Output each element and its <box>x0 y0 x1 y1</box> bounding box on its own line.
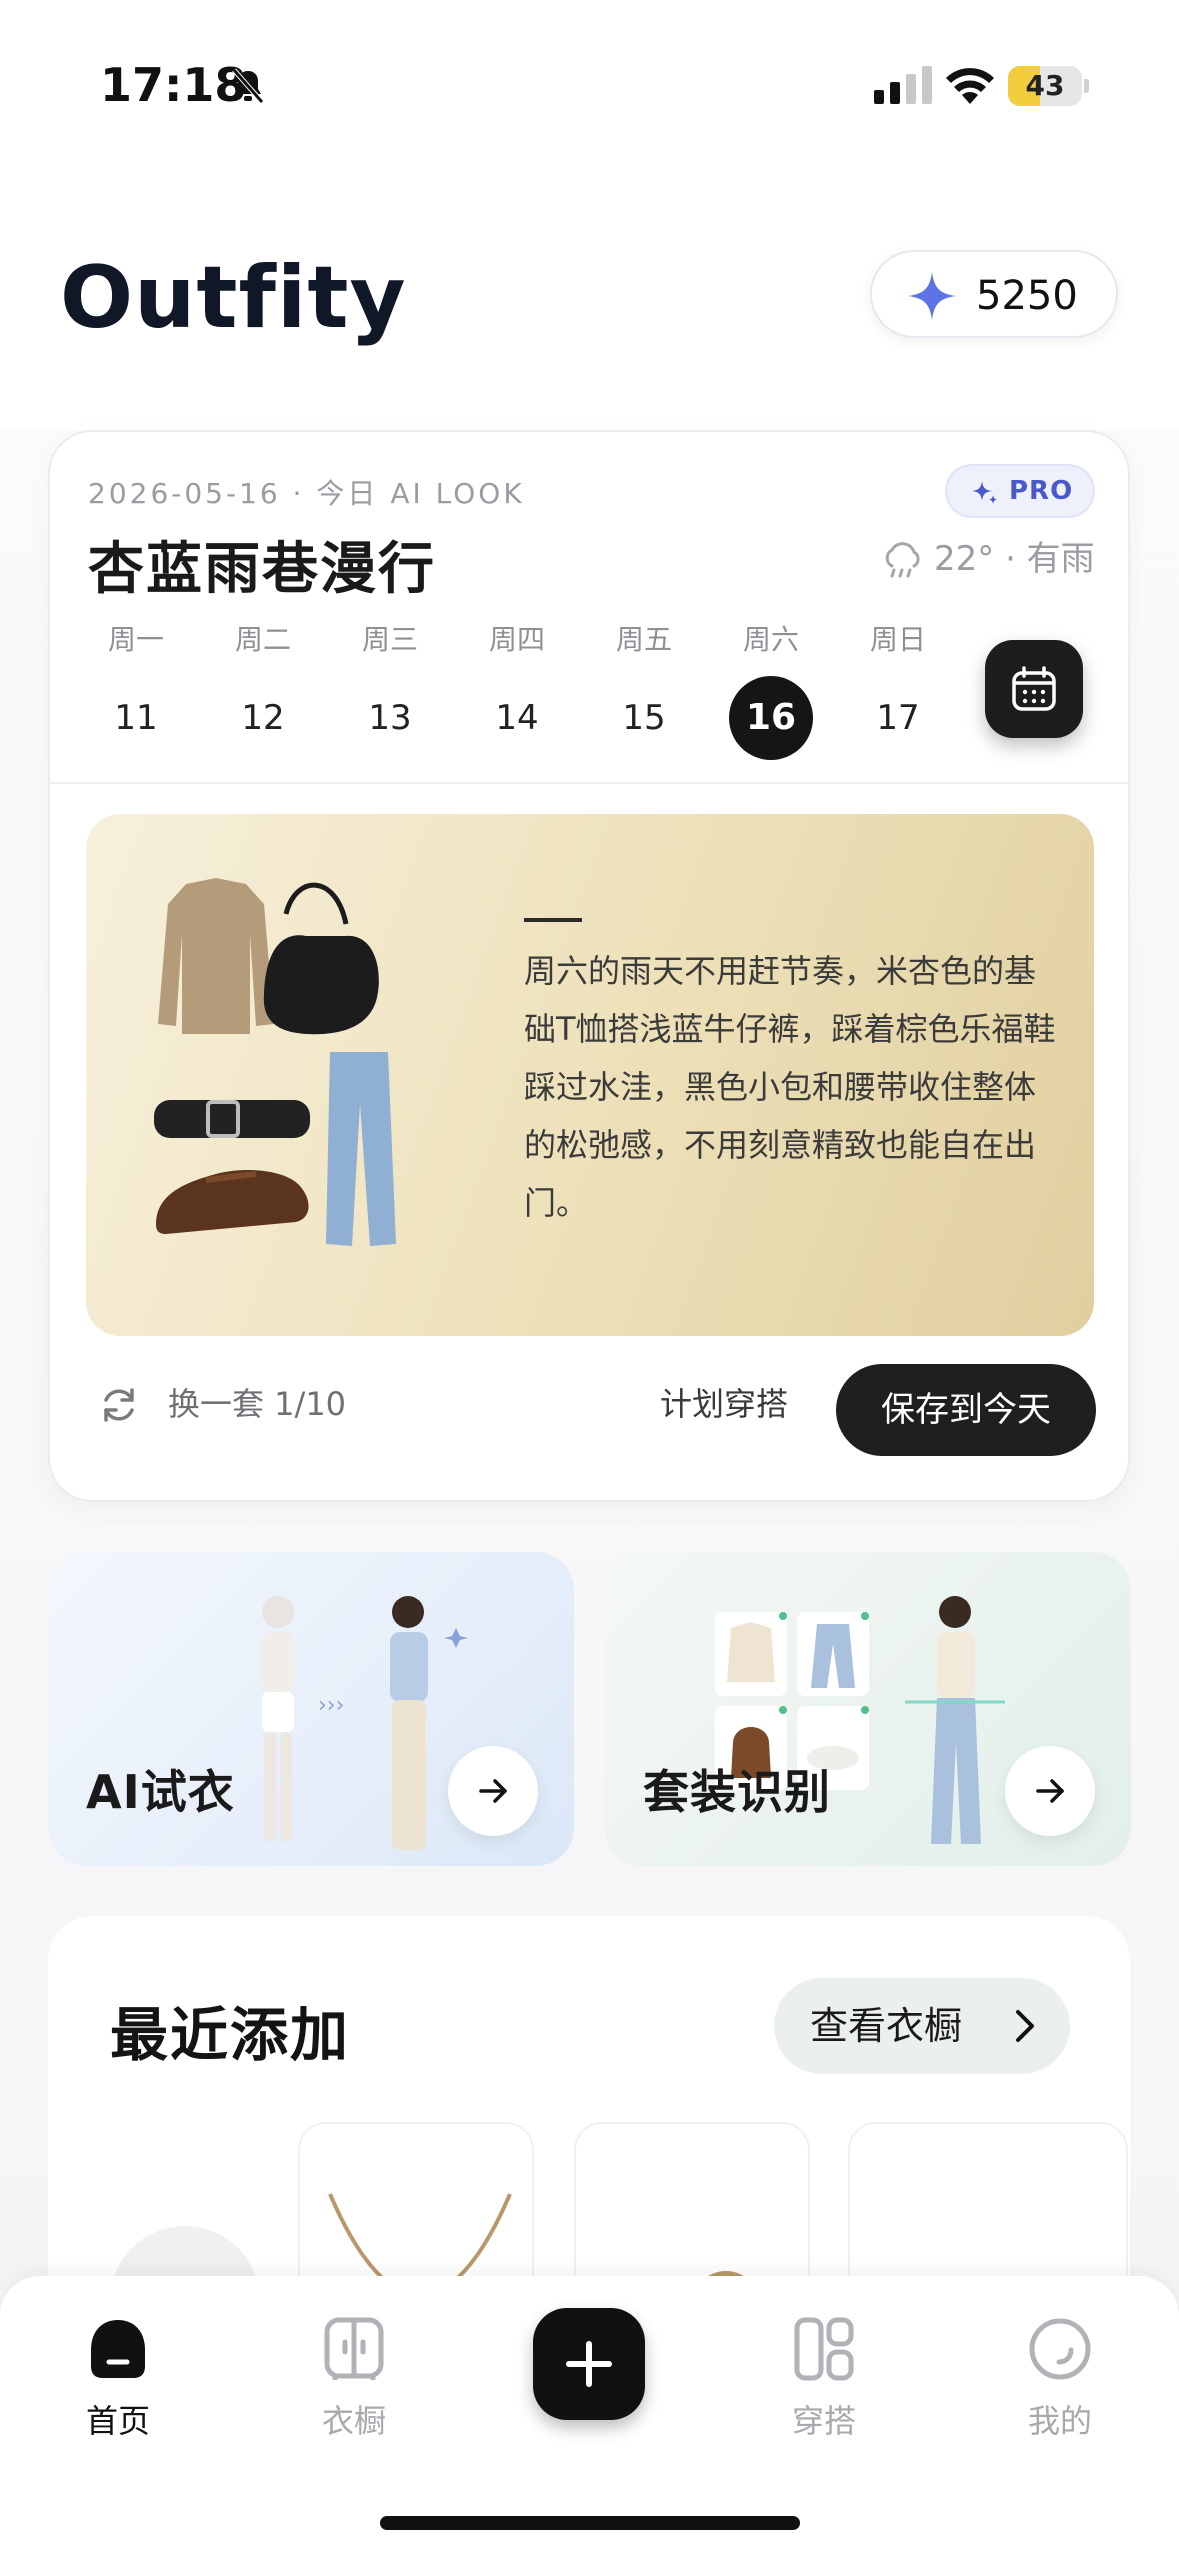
outfit-panel[interactable]: 周六的雨天不用赶节奏，米杏色的基础T恤搭浅蓝牛仔裤，踩着棕色乐福鞋踩过水洼，黑色… <box>86 814 1094 1336</box>
divider <box>50 782 1128 784</box>
status-bar: 17:18 43 <box>0 0 1179 170</box>
home-indicator <box>380 2516 800 2530</box>
day-name: 周二 <box>234 623 291 656</box>
shuffle-outfit-button[interactable]: 换一套 1/10 <box>98 1374 346 1434</box>
weather-text: 22° · 有雨 <box>934 539 1095 579</box>
day-number: 11 <box>114 698 158 738</box>
today-look-card: 2026-05-16 · 今日 AI LOOK PRO 杏蓝雨巷漫行 22° ·… <box>48 430 1130 1502</box>
rain-cloud-icon <box>885 542 920 578</box>
plan-outfit-link[interactable]: 计划穿搭 <box>660 1374 788 1434</box>
plus-icon <box>566 2341 612 2387</box>
day-number: 15 <box>622 698 666 738</box>
credits-value: 5250 <box>976 273 1078 319</box>
day-number: 13 <box>368 698 412 738</box>
outfit-grid-icon <box>794 2317 854 2381</box>
view-closet-button[interactable]: 查看衣橱 <box>774 1978 1070 2074</box>
tryon-illustration: ››› <box>262 1596 468 1850</box>
day-mon[interactable]: 周一 11 <box>86 620 186 750</box>
app-title: Outfity <box>60 248 407 348</box>
day-name: 周五 <box>615 623 672 656</box>
day-sat[interactable]: 周六 16 <box>721 620 821 760</box>
day-number: 17 <box>876 698 920 738</box>
pro-label: PRO <box>1009 476 1074 506</box>
recent-title: 最近添加 <box>110 2001 351 2069</box>
today-date-meta: 2026-05-16 · 今日 AI LOOK <box>88 477 525 510</box>
app-header: Outfity 5250 <box>0 170 1179 430</box>
pro-badge[interactable]: PRO <box>945 464 1095 518</box>
day-sun[interactable]: 周日 17 <box>848 620 948 750</box>
day-fri[interactable]: 周五 15 <box>594 620 694 750</box>
handbag-icon <box>283 882 349 925</box>
tab-wardrobe-label: 衣橱 <box>321 2402 386 2440</box>
arrow-right-icon <box>479 1779 507 1803</box>
credits-button[interactable]: 5250 <box>870 250 1118 338</box>
tab-outfits-label: 穿搭 <box>791 2402 856 2440</box>
day-number: 12 <box>241 698 285 738</box>
outfit-description: 周六的雨天不用赶节奏，米杏色的基础T恤搭浅蓝牛仔裤，踩着棕色乐福鞋踩过水洼，黑色… <box>524 952 1056 1222</box>
day-name: 周日 <box>869 623 926 656</box>
look-title: 杏蓝雨巷漫行 <box>88 537 436 602</box>
day-name: 周一 <box>107 623 164 656</box>
tab-wardrobe[interactable]: 衣橱 <box>274 2298 434 2448</box>
outfit-recognition-card[interactable]: 套装识别 <box>605 1552 1131 1866</box>
day-name: 周六 <box>742 623 799 656</box>
day-name: 周四 <box>488 623 545 656</box>
wardrobe-icon <box>324 2317 384 2380</box>
status-time: 17:18 <box>100 58 247 112</box>
profile-icon <box>1029 2318 1091 2380</box>
day-tue[interactable]: 周二 12 <box>213 620 313 750</box>
ai-tryon-label: AI试衣 <box>86 1765 235 1819</box>
quote-dash <box>524 918 582 922</box>
week-selector: 周一 11 周二 12 周三 13 周四 14 周五 15 周六 16 周日 1… <box>86 620 986 760</box>
tab-profile[interactable]: 我的 <box>980 2298 1140 2448</box>
battery-percent: 43 <box>1025 69 1065 102</box>
ai-tryon-arrow-button[interactable] <box>448 1746 538 1836</box>
day-wed[interactable]: 周三 13 <box>340 620 440 750</box>
outfit-recognition-label: 套装识别 <box>643 1765 831 1819</box>
jeans-icon <box>326 1052 396 1246</box>
home-icon <box>91 2320 145 2378</box>
shuffle-label: 换一套 1/10 <box>168 1385 347 1423</box>
tab-home-label: 首页 <box>85 2402 150 2440</box>
save-today-button[interactable]: 保存到今天 <box>836 1364 1096 1456</box>
add-button[interactable] <box>533 2308 645 2420</box>
bell-muted-icon <box>232 68 264 104</box>
battery-indicator: 43 <box>1008 66 1089 106</box>
day-thu[interactable]: 周四 14 <box>467 620 567 750</box>
day-number: 14 <box>495 698 539 738</box>
sparkle-small-icon <box>972 481 997 504</box>
bottom-tab-bar: 首页 衣橱 穿搭 我的 <box>0 2276 1179 2556</box>
tab-outfits[interactable]: 穿搭 <box>744 2298 904 2448</box>
arrow-right-icon <box>1036 1779 1064 1803</box>
calendar-icon <box>1012 666 1056 711</box>
chevron-right-icon <box>1016 2010 1034 2042</box>
signal-icon <box>874 66 932 104</box>
belt-icon <box>154 1100 310 1138</box>
tab-home[interactable]: 首页 <box>38 2298 198 2448</box>
day-name: 周三 <box>361 623 418 656</box>
ai-tryon-card[interactable]: ››› AI试衣 <box>48 1552 574 1866</box>
outfit-collage-image <box>154 878 396 1246</box>
tab-profile-label: 我的 <box>1027 2402 1092 2440</box>
sweater-icon <box>158 878 274 1034</box>
sparkle-icon <box>908 272 956 320</box>
weather-info: 22° · 有雨 <box>880 534 1095 584</box>
calendar-button[interactable] <box>985 640 1083 738</box>
svg-text:›››: ››› <box>318 1693 344 1718</box>
view-closet-label: 查看衣橱 <box>810 2004 963 2048</box>
refresh-icon <box>104 1388 134 1422</box>
day-number: 16 <box>729 676 813 760</box>
wifi-icon <box>946 68 994 104</box>
outfit-recognition-arrow-button[interactable] <box>1005 1746 1095 1836</box>
